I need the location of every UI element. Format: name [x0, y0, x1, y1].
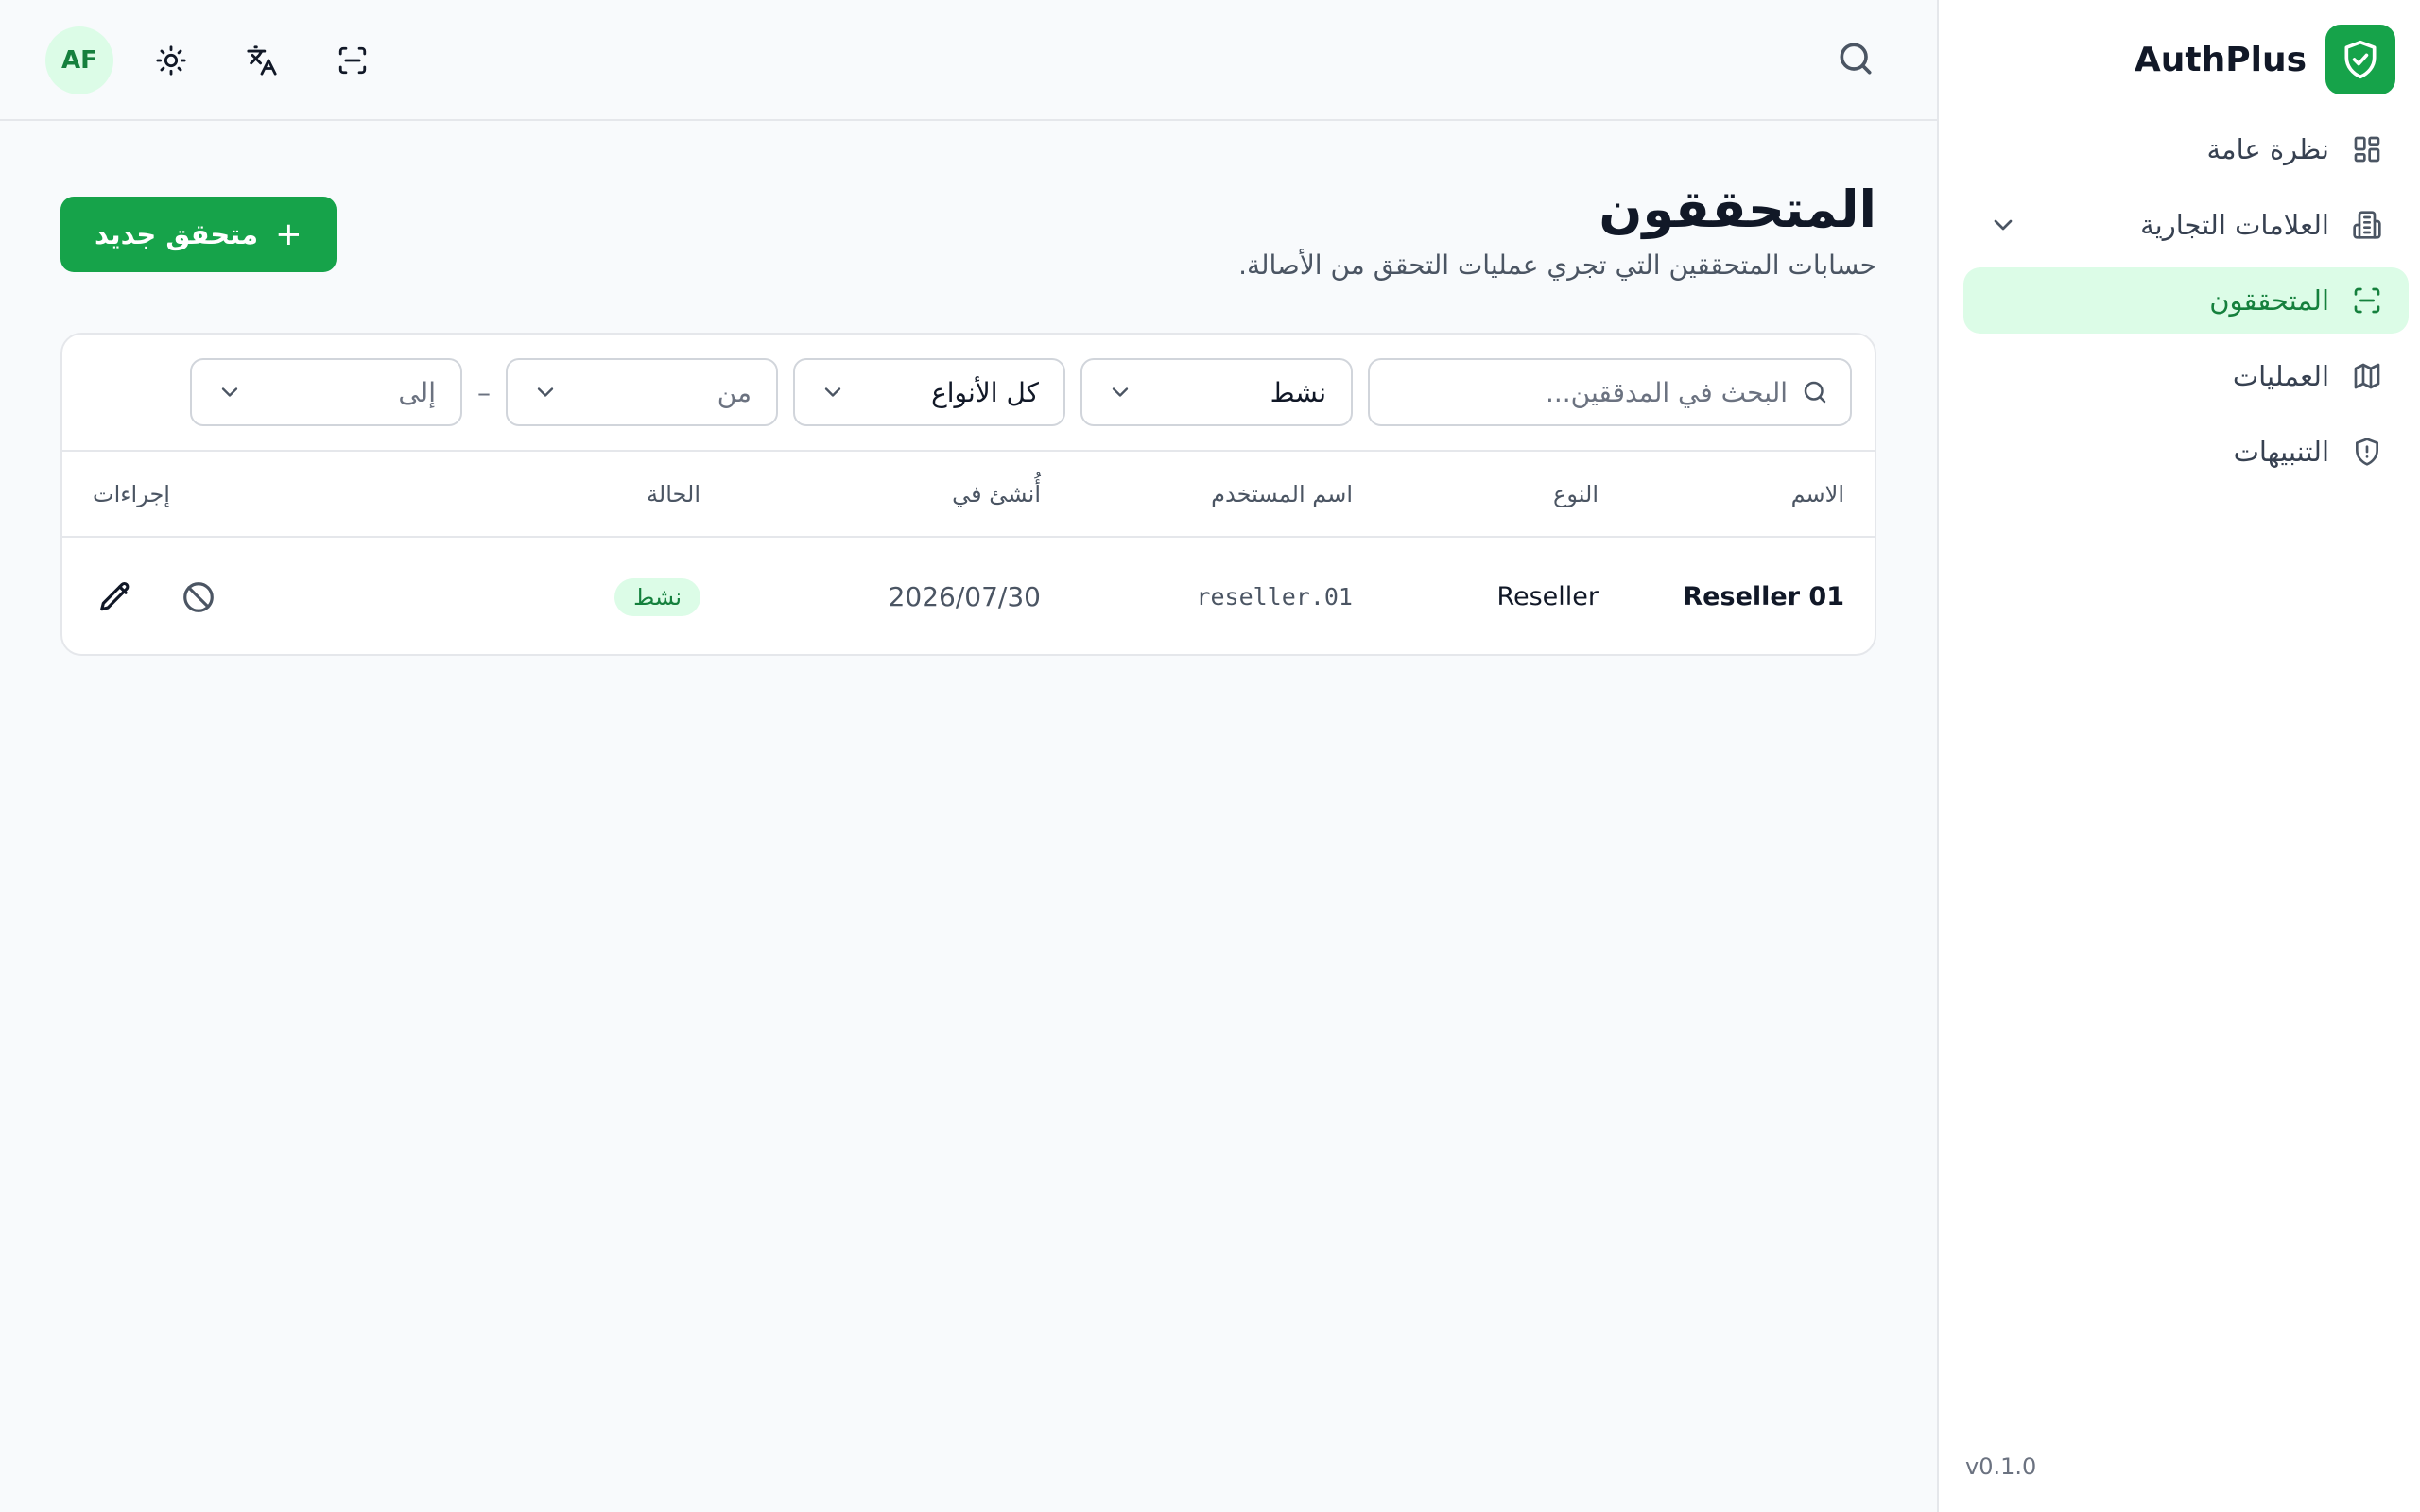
app-name: AuthPlus — [2134, 40, 2307, 79]
chevron-down-icon — [532, 379, 559, 405]
dashboard-grid-icon — [2350, 132, 2384, 166]
type-filter-value: كل الأنواع — [931, 376, 1039, 408]
shield-check-icon — [2325, 25, 2395, 94]
status-filter-value: نشط — [1270, 376, 1326, 408]
sidebar-item-alerts[interactable]: التنبيهات — [1963, 419, 2409, 485]
cell-username: reseller.01 — [1196, 583, 1353, 610]
chevron-down-icon — [1107, 379, 1133, 405]
date-to-select[interactable]: إلى — [190, 358, 462, 426]
date-range-separator: – — [477, 376, 491, 408]
disable-icon[interactable] — [176, 575, 221, 620]
chevron-down-icon — [820, 379, 846, 405]
filters-bar: نشط كل الأنواع من – إلى — [62, 335, 1875, 452]
avatar[interactable]: AF — [45, 26, 113, 94]
column-header-name[interactable]: الاسم — [1629, 452, 1875, 537]
column-header-username[interactable]: اسم المستخدم — [1071, 452, 1383, 537]
sidebar-item-verifiers[interactable]: المتحققون — [1963, 267, 2409, 334]
new-verifier-button[interactable]: + متحقق جديد — [60, 197, 337, 272]
brand[interactable]: AuthPlus — [2135, 25, 2395, 94]
column-header-status[interactable]: الحالة — [409, 452, 731, 537]
cell-status: نشط — [409, 537, 731, 654]
translate-icon[interactable] — [229, 27, 295, 94]
date-from-select[interactable]: من — [506, 358, 778, 426]
chevron-down-icon[interactable] — [1988, 210, 2018, 240]
cell-created-at: 2026/07/30 — [888, 581, 1041, 612]
building-icon — [2350, 208, 2384, 242]
cell-actions — [62, 537, 409, 654]
search-field[interactable] — [1368, 358, 1852, 426]
status-badge: نشط — [614, 577, 700, 616]
sidebar-item-overview[interactable]: نظرة عامة — [1963, 116, 2409, 182]
sidebar-item-label: نظرة عامة — [2206, 133, 2330, 165]
topbar-actions: AF — [45, 26, 386, 94]
sidebar-item-brands[interactable]: العلامات التجارية — [1963, 192, 2409, 258]
sun-icon[interactable] — [138, 27, 204, 94]
search-input[interactable] — [1391, 376, 1788, 408]
scan-icon — [2350, 284, 2384, 318]
plus-icon: + — [275, 215, 302, 253]
verifiers-table: الاسم النوع اسم المستخدم أُنشئ في الحالة… — [62, 452, 1875, 654]
column-header-actions: إجراءات — [93, 480, 170, 507]
app-version: v0.1.0 — [1965, 1453, 2037, 1480]
sidebar-item-label: المتحققون — [2209, 284, 2329, 317]
main-content: المتحققون حسابات المتحققين التي تجري عمل… — [0, 121, 1937, 1512]
table-header-row: الاسم النوع اسم المستخدم أُنشئ في الحالة… — [62, 452, 1875, 537]
topbar: AF — [0, 0, 1937, 121]
page-title: المتحققون — [1599, 180, 1876, 239]
row-actions — [93, 575, 379, 620]
cell-name: Reseller 01 — [1683, 582, 1844, 611]
search-icon[interactable] — [1833, 38, 1876, 81]
cell-type: Reseller — [1496, 582, 1599, 611]
sidebar-item-label: العمليات — [2232, 360, 2329, 392]
date-from-placeholder: من — [717, 376, 752, 408]
column-header-type[interactable]: النوع — [1383, 452, 1629, 537]
sidebar-item-label: التنبيهات — [2233, 436, 2329, 468]
sidebar-item-operations[interactable]: العمليات — [1963, 343, 2409, 409]
sidebar: AuthPlus نظرة عامة العلامات التجارية الم… — [1937, 0, 2420, 1512]
new-verifier-button-label: متحقق جديد — [95, 218, 259, 250]
sidebar-nav: نظرة عامة العلامات التجارية المتحققون ال… — [1963, 116, 2409, 494]
date-to-placeholder: إلى — [398, 376, 436, 408]
status-filter-select[interactable]: نشط — [1080, 358, 1353, 426]
type-filter-select[interactable]: كل الأنواع — [793, 358, 1065, 426]
search-icon — [1801, 378, 1829, 406]
table-row: Reseller 01 Reseller reseller.01 2026/07… — [62, 537, 1875, 654]
sidebar-item-label: العلامات التجارية — [2140, 209, 2329, 241]
scan-icon[interactable] — [320, 27, 386, 94]
page-subtitle: حسابات المتحققين التي تجري عمليات التحقق… — [1238, 249, 1876, 281]
edit-pencil-icon[interactable] — [93, 575, 138, 620]
verifiers-card: نشط كل الأنواع من – إلى — [60, 333, 1876, 656]
column-header-created-at[interactable]: أُنشئ في — [731, 452, 1071, 537]
shield-alert-icon — [2350, 435, 2384, 469]
map-icon — [2350, 359, 2384, 393]
chevron-down-icon — [216, 379, 243, 405]
